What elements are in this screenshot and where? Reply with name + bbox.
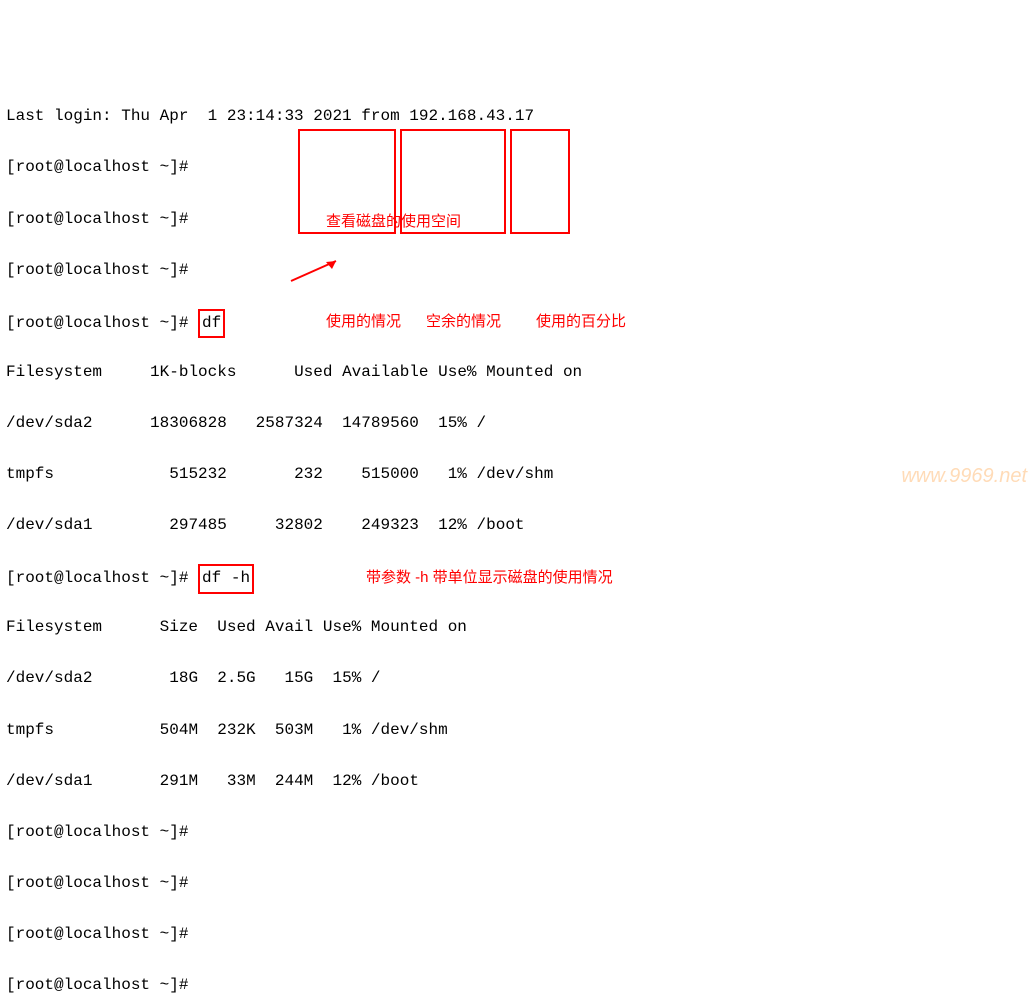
cell-used: 2.5G bbox=[217, 669, 255, 687]
col-used: Used bbox=[294, 363, 332, 381]
cell-mount: /dev/shm bbox=[477, 465, 554, 483]
login-info: Last login: Thu Apr 1 23:14:33 2021 from… bbox=[6, 104, 1029, 130]
cell-used: 232K bbox=[217, 721, 255, 739]
cell-avail: 15G bbox=[284, 669, 313, 687]
cell-blocks: 297485 bbox=[169, 516, 227, 534]
prompt-line: [root@localhost ~]# bbox=[6, 871, 1029, 897]
annotation-usepct: 使用的百分比 bbox=[536, 310, 626, 334]
cell-used: 33M bbox=[227, 772, 256, 790]
cell-used: 232 bbox=[294, 465, 323, 483]
col-mounted: Mounted on bbox=[371, 618, 467, 636]
cmd-line-dfh[interactable]: [root@localhost ~]# df -h 带参数 -h 带单位显示磁盘… bbox=[6, 564, 1029, 590]
cell-avail: 515000 bbox=[361, 465, 419, 483]
prompt-line: [root@localhost ~]# 查看磁盘的使用空间 bbox=[6, 207, 1029, 233]
col-used: Used bbox=[217, 618, 255, 636]
prompt: [root@localhost ~]# bbox=[6, 874, 188, 892]
col-usepct: Use% bbox=[323, 618, 361, 636]
cell-used: 2587324 bbox=[256, 414, 323, 432]
col-filesystem: Filesystem bbox=[6, 618, 102, 636]
cell-mount: /dev/shm bbox=[371, 721, 448, 739]
annotation-avail: 空余的情况 bbox=[426, 310, 501, 334]
cell-avail: 503M bbox=[275, 721, 313, 739]
prompt-line: [root@localhost ~]# bbox=[6, 258, 1029, 284]
prompt: [root@localhost ~]# bbox=[6, 569, 188, 587]
cell-fs: /dev/sda1 bbox=[6, 516, 92, 534]
cell-size: 291M bbox=[160, 772, 198, 790]
prompt-line: [root@localhost ~]# bbox=[6, 155, 1029, 181]
table-row: /dev/sda2 18306828 2587324 14789560 15% … bbox=[6, 411, 1029, 437]
prompt: [root@localhost ~]# bbox=[6, 925, 188, 943]
cell-avail: 249323 bbox=[361, 516, 419, 534]
col-filesystem: Filesystem bbox=[6, 363, 102, 381]
cell-fs: /dev/sda2 bbox=[6, 414, 92, 432]
cell-usepct: 1% bbox=[448, 465, 467, 483]
prompt: [root@localhost ~]# bbox=[6, 314, 188, 332]
col-available: Available bbox=[342, 363, 428, 381]
table-row: tmpfs 504M 232K 503M 1% /dev/shm bbox=[6, 718, 1029, 744]
df-command: df bbox=[198, 309, 225, 339]
cell-mount: /boot bbox=[477, 516, 525, 534]
cell-usepct: 12% bbox=[438, 516, 467, 534]
df-header-row: Filesystem 1K-blocks Used Available Use%… bbox=[6, 360, 1029, 386]
cell-blocks: 515232 bbox=[169, 465, 227, 483]
col-mounted: Mounted on bbox=[486, 363, 582, 381]
prompt: [root@localhost ~]# bbox=[6, 976, 188, 994]
dfh-header-row: Filesystem Size Used Avail Use% Mounted … bbox=[6, 615, 1029, 641]
cell-fs: /dev/sda1 bbox=[6, 772, 92, 790]
cell-mount: / bbox=[477, 414, 487, 432]
cell-size: 18G bbox=[169, 669, 198, 687]
cell-blocks: 18306828 bbox=[150, 414, 227, 432]
prompt: [root@localhost ~]# bbox=[6, 210, 188, 228]
annotation-disk-usage: 查看磁盘的使用空间 bbox=[326, 210, 461, 234]
cell-usepct: 15% bbox=[438, 414, 467, 432]
login-text: Last login: Thu Apr 1 23:14:33 2021 from… bbox=[6, 107, 534, 125]
cell-fs: tmpfs bbox=[6, 721, 54, 739]
prompt-line: [root@localhost ~]# bbox=[6, 922, 1029, 948]
table-row: /dev/sda1 291M 33M 244M 12% /boot bbox=[6, 769, 1029, 795]
prompt-line: [root@localhost ~]# bbox=[6, 973, 1029, 999]
cell-mount: / bbox=[371, 669, 381, 687]
cell-usepct: 12% bbox=[332, 772, 361, 790]
cell-avail: 14789560 bbox=[342, 414, 419, 432]
cell-used: 32802 bbox=[275, 516, 323, 534]
col-avail: Avail bbox=[265, 618, 313, 636]
arrow-icon bbox=[286, 256, 346, 286]
cell-fs: tmpfs bbox=[6, 465, 54, 483]
cell-fs: /dev/sda2 bbox=[6, 669, 92, 687]
col-size: Size bbox=[160, 618, 198, 636]
cell-mount: /boot bbox=[371, 772, 419, 790]
cmd-line-df[interactable]: [root@localhost ~]# df 使用的情况 空余的情况 使用的百分… bbox=[6, 309, 1029, 335]
prompt-line: [root@localhost ~]# bbox=[6, 820, 1029, 846]
col-blocks: 1K-blocks bbox=[150, 363, 236, 381]
cell-usepct: 15% bbox=[332, 669, 361, 687]
prompt: [root@localhost ~]# bbox=[6, 823, 188, 841]
col-usepct: Use% bbox=[438, 363, 476, 381]
table-row: tmpfs 515232 232 515000 1% /dev/shm bbox=[6, 462, 1029, 488]
watermark: www.9969.net bbox=[901, 460, 1027, 492]
table-row: /dev/sda2 18G 2.5G 15G 15% / bbox=[6, 666, 1029, 692]
cell-usepct: 1% bbox=[342, 721, 361, 739]
cell-avail: 244M bbox=[275, 772, 313, 790]
cell-size: 504M bbox=[160, 721, 198, 739]
annotation-dfh: 带参数 -h 带单位显示磁盘的使用情况 bbox=[366, 566, 613, 590]
prompt: [root@localhost ~]# bbox=[6, 261, 188, 279]
table-row: /dev/sda1 297485 32802 249323 12% /boot bbox=[6, 513, 1029, 539]
df-h-command: df -h bbox=[198, 564, 254, 594]
prompt: [root@localhost ~]# bbox=[6, 158, 188, 176]
annotation-used: 使用的情况 bbox=[326, 310, 401, 334]
